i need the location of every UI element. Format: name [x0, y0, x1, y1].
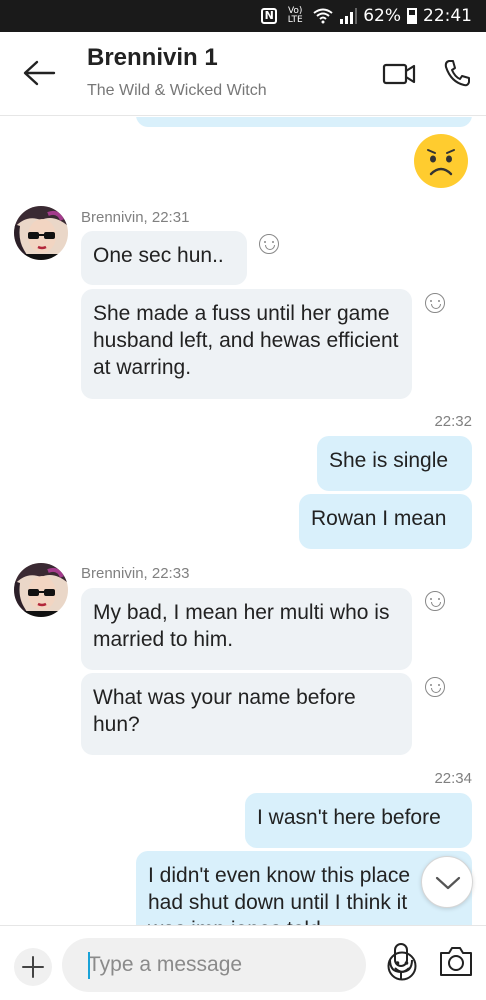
nfc-icon: N — [261, 8, 278, 24]
add-reaction-icon[interactable] — [425, 677, 445, 697]
status-bar: N Vo) LTE 62% 22:41 — [0, 0, 486, 32]
video-call-icon[interactable] — [382, 60, 416, 88]
message-bubble-outgoing[interactable]: She is single — [317, 436, 472, 491]
battery-percent: 62% — [363, 6, 401, 26]
battery-icon — [407, 8, 417, 24]
sender-label: Brennivin, 22:33 — [81, 565, 190, 582]
message-bubble-incoming[interactable]: She made a fuss until her game husband l… — [81, 289, 412, 399]
message-bubble-outgoing[interactable]: Rowan I mean — [299, 494, 472, 549]
scroll-down-button[interactable] — [421, 856, 473, 908]
add-reaction-icon[interactable] — [259, 234, 279, 254]
text-caret — [88, 952, 90, 979]
message-bubble-incoming[interactable]: One sec hun.. — [81, 231, 247, 285]
chat-title[interactable]: Brennivin 1 — [87, 44, 218, 72]
clock: 22:41 — [423, 6, 472, 26]
message-input-container[interactable] — [62, 938, 417, 992]
message-bubble-incoming[interactable]: My bad, I mean her multi who is married … — [81, 588, 412, 670]
add-reaction-icon[interactable] — [425, 293, 445, 313]
message-composer — [0, 925, 486, 1000]
back-arrow-icon[interactable] — [22, 58, 56, 88]
message-list[interactable]: Brennivin, 22:31 One sec hun.. She made … — [0, 117, 486, 925]
phone-icon[interactable] — [442, 58, 472, 88]
camera-icon[interactable] — [438, 944, 474, 978]
worried-emoji — [414, 134, 468, 188]
message-input[interactable] — [88, 938, 318, 992]
add-reaction-icon[interactable] — [425, 591, 445, 611]
plus-icon — [22, 956, 44, 978]
message-bubble-outgoing-cutoff — [136, 117, 472, 127]
timestamp: 22:32 — [434, 413, 472, 430]
chevron-down-icon — [435, 876, 461, 890]
wifi-icon — [313, 8, 333, 24]
chat-subtitle: The Wild & Wicked Witch — [87, 82, 267, 99]
avatar[interactable] — [14, 563, 68, 617]
add-button[interactable] — [14, 948, 52, 986]
message-bubble-incoming[interactable]: What was your name before hun? — [81, 673, 412, 755]
timestamp: 22:34 — [434, 770, 472, 787]
network-type: Vo) LTE — [287, 6, 303, 25]
signal-icon — [340, 8, 358, 24]
microphone-icon[interactable] — [386, 942, 416, 982]
message-bubble-outgoing[interactable]: I wasn't here before — [245, 793, 472, 848]
avatar[interactable] — [14, 206, 68, 260]
sender-label: Brennivin, 22:31 — [81, 209, 190, 226]
chat-header: Brennivin 1 The Wild & Wicked Witch — [0, 32, 486, 116]
